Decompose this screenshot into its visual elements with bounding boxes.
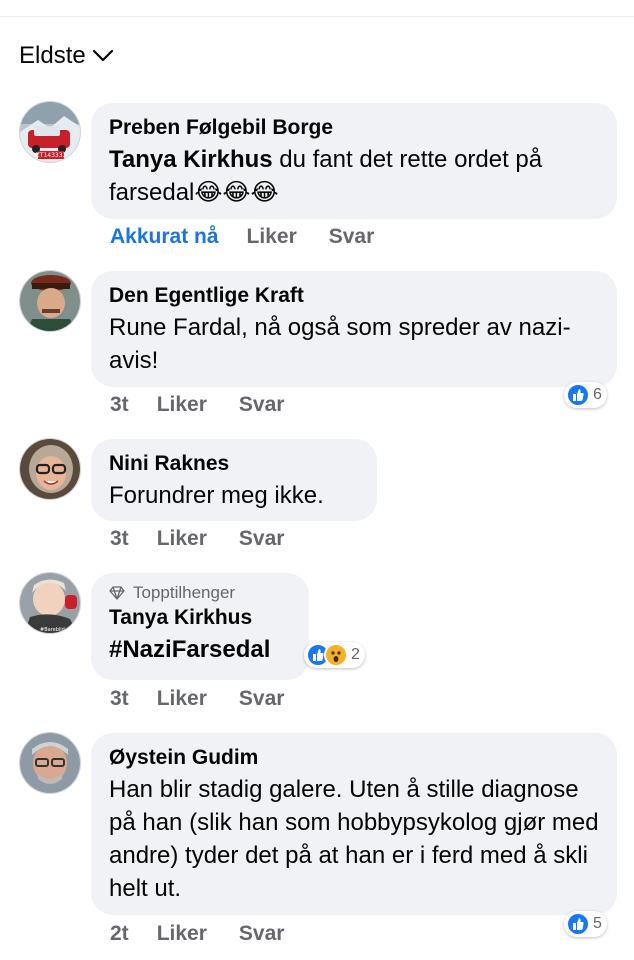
avatar[interactable]	[19, 732, 81, 794]
like-button[interactable]: Liker	[157, 393, 207, 417]
reply-button[interactable]: Svar	[239, 393, 285, 417]
comment-author[interactable]: Øystein Gudim	[109, 745, 599, 771]
comments-page: Eldste ZT143333 Preben Følgebil Borge Ta…	[0, 0, 634, 960]
timestamp[interactable]: 3t	[110, 687, 129, 711]
top-divider	[0, 16, 634, 17]
timestamp[interactable]: 3t	[110, 393, 129, 417]
avatar[interactable]: #Bareblid	[19, 572, 81, 634]
sort-label: Eldste	[19, 42, 86, 69]
comment-actions: Akkurat nå Liker Svar	[110, 225, 406, 249]
timestamp[interactable]: 3t	[110, 527, 129, 551]
diamond-badge-icon	[109, 586, 125, 600]
wow-reaction-icon	[324, 643, 348, 667]
reply-button[interactable]: Svar	[239, 687, 285, 711]
comment-text: Han blir stadig galere. Uten å stille di…	[109, 776, 599, 902]
comment-author[interactable]: Den Egentlige Kraft	[109, 283, 599, 309]
avatar-sign-text: #Bareblid	[40, 627, 65, 633]
reply-button[interactable]: Svar	[239, 922, 285, 946]
comment-text: #NaziFarsedal	[109, 636, 271, 663]
comment-author[interactable]: Preben Følgebil Borge	[109, 115, 599, 141]
like-button[interactable]: Liker	[157, 687, 207, 711]
avatar[interactable]: ZT143333	[19, 101, 81, 163]
comment-bubble: Topptilhenger Tanya Kirkhus #NaziFarseda…	[91, 573, 309, 680]
reaction-summary[interactable]: 2	[304, 642, 365, 668]
reply-button[interactable]: Svar	[239, 527, 285, 551]
like-reaction-icon	[566, 383, 590, 407]
comment-bubble: Den Egentlige Kraft Rune Fardal, nå også…	[91, 271, 617, 387]
comment-actions: 2t Liker Svar	[110, 922, 316, 946]
reaction-count: 6	[593, 386, 602, 403]
top-fan-badge: Topptilhenger	[109, 583, 291, 603]
avatar-plate-text: ZT143333	[36, 152, 67, 159]
timestamp[interactable]: 2t	[110, 922, 129, 946]
comment-bubble: Preben Følgebil Borge Tanya Kirkhus du f…	[91, 103, 617, 219]
comment-actions: 3t Liker Svar	[110, 527, 316, 551]
reaction-count: 2	[351, 646, 360, 663]
avatar[interactable]	[19, 438, 81, 500]
reaction-count: 5	[593, 915, 602, 932]
reply-button[interactable]: Svar	[329, 225, 375, 249]
avatar[interactable]	[19, 270, 81, 332]
like-button[interactable]: Liker	[157, 922, 207, 946]
comment-author[interactable]: Nini Raknes	[109, 451, 359, 477]
timestamp[interactable]: Akkurat nå	[110, 225, 219, 249]
comment-text: Tanya Kirkhus du fant det rette ordet på…	[109, 143, 599, 209]
reaction-summary[interactable]: 5	[564, 911, 607, 937]
comment-bubble: Øystein Gudim Han blir stadig galere. Ut…	[91, 733, 617, 915]
comment-author[interactable]: Tanya Kirkhus	[109, 605, 291, 631]
chevron-down-icon	[92, 49, 113, 62]
mention-link[interactable]: Tanya Kirkhus	[109, 146, 273, 173]
like-button[interactable]: Liker	[157, 527, 207, 551]
comment-actions: 3t Liker Svar	[110, 687, 316, 711]
like-button[interactable]: Liker	[247, 225, 297, 249]
comment-text: Rune Fardal, nå også som spreder av nazi…	[109, 314, 571, 374]
comment-bubble: Nini Raknes Forundrer meg ikke.	[91, 439, 377, 521]
sort-dropdown[interactable]: Eldste	[19, 42, 114, 70]
reaction-summary[interactable]: 6	[564, 382, 607, 408]
comment-actions: 3t Liker Svar	[110, 393, 316, 417]
like-reaction-icon	[566, 912, 590, 936]
badge-label: Topptilhenger	[133, 583, 236, 602]
comment-text: Forundrer meg ikke.	[109, 482, 324, 509]
